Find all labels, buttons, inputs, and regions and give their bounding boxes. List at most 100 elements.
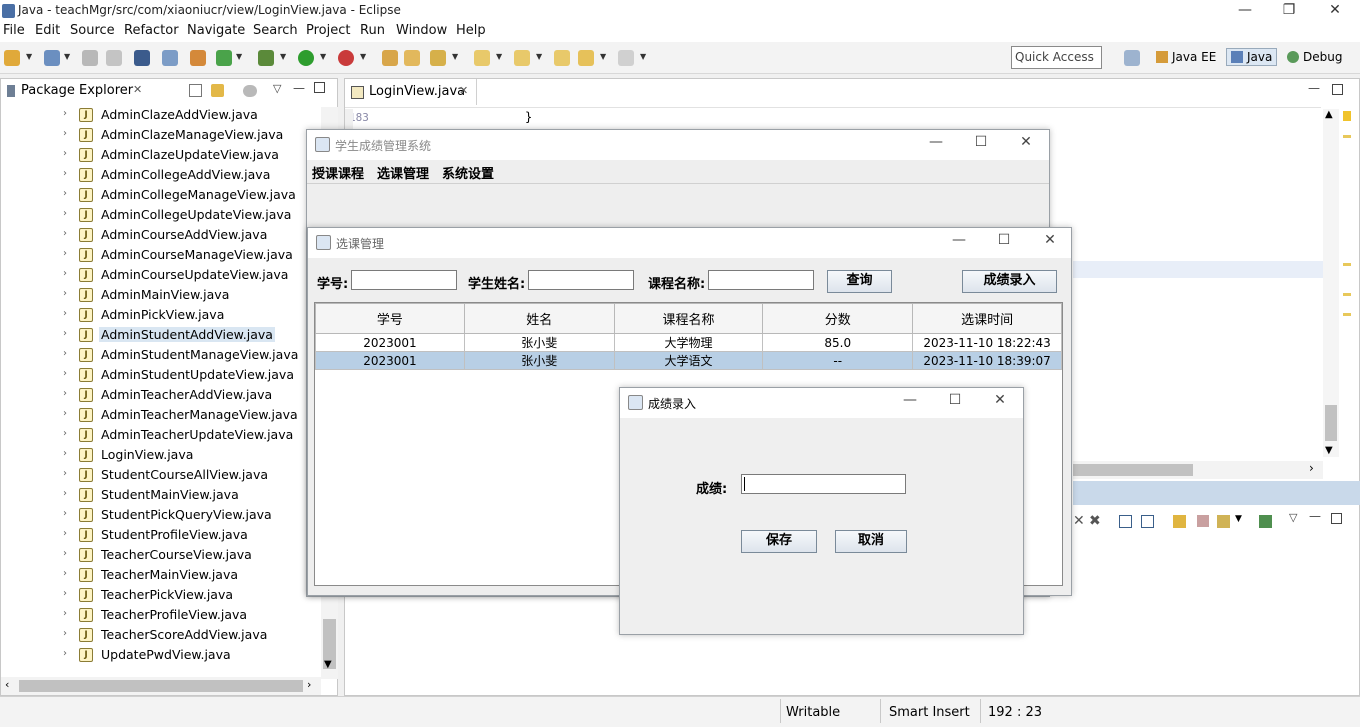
chevron-right-icon[interactable]: ›	[63, 248, 73, 259]
chevron-down-icon[interactable]: ▼	[1325, 445, 1333, 456]
maximize-button[interactable]: ❐	[1266, 0, 1312, 22]
chevron-right-icon[interactable]: ›	[63, 168, 73, 179]
table-cell[interactable]: 2023-11-10 18:39:07	[912, 351, 1062, 370]
chevron-right-icon[interactable]: ›	[63, 508, 73, 519]
column-header-name[interactable]: 姓名	[463, 303, 615, 334]
new-icon[interactable]	[4, 50, 20, 66]
student-name-input[interactable]	[528, 270, 634, 290]
annotation-marker[interactable]	[1343, 263, 1351, 266]
annotation-marker[interactable]	[1343, 313, 1351, 316]
open-type-icon[interactable]	[382, 50, 398, 66]
chevron-right-icon[interactable]: ›	[63, 408, 73, 419]
view-menu-icon[interactable]: ▽	[1289, 511, 1297, 524]
close-button[interactable]: ✕	[1035, 232, 1065, 248]
next-annotation-icon[interactable]	[474, 50, 490, 66]
terminate-icon[interactable]	[1197, 515, 1209, 527]
close-icon[interactable]: ✕	[459, 84, 468, 97]
minimize-view-icon[interactable]: —	[293, 81, 305, 95]
chevron-right-icon[interactable]: ›	[63, 108, 73, 119]
warning-marker[interactable]	[1343, 111, 1351, 121]
chevron-right-icon[interactable]: ›	[63, 268, 73, 279]
filter-icon[interactable]	[1217, 515, 1230, 528]
tree-horizontal-scrollbar[interactable]: ‹ ›	[1, 677, 321, 695]
terminal-icon[interactable]	[134, 50, 150, 66]
chevron-right-icon[interactable]: ›	[63, 208, 73, 219]
chevron-down-icon[interactable]: ▼	[64, 52, 70, 61]
table-cell[interactable]: 大学语文	[613, 351, 764, 370]
table-cell[interactable]: 2023001	[315, 351, 465, 370]
chevron-right-icon[interactable]: ›	[63, 148, 73, 159]
chevron-right-icon[interactable]: ›	[63, 628, 73, 639]
chevron-down-icon[interactable]: ▼	[536, 52, 542, 61]
refresh-icon[interactable]	[216, 50, 232, 66]
chevron-down-icon[interactable]: ▼	[360, 52, 366, 61]
debug-icon[interactable]	[258, 50, 274, 66]
minimize-button[interactable]: —	[895, 392, 925, 408]
package-explorer-tab[interactable]: Package Explorer ✕	[1, 79, 151, 103]
course-name-input[interactable]	[708, 270, 814, 290]
chevron-right-icon[interactable]: ›	[63, 288, 73, 299]
column-header-student-no[interactable]: 学号	[315, 303, 465, 334]
link-with-editor-icon[interactable]	[211, 84, 224, 97]
chevron-right-icon[interactable]: ›	[63, 588, 73, 599]
chevron-right-icon[interactable]: ›	[63, 548, 73, 559]
table-cell[interactable]: 张小斐	[463, 351, 615, 370]
collapse-all-icon[interactable]	[1141, 515, 1154, 528]
menu-help[interactable]: Help	[456, 23, 486, 38]
column-header-score[interactable]: 分数	[762, 303, 914, 334]
maximize-button[interactable]: ☐	[940, 392, 970, 408]
table-cell[interactable]: 85.0	[762, 333, 914, 352]
close-button[interactable]: ✕	[1011, 134, 1041, 150]
chevron-down-icon[interactable]: ▼	[26, 52, 32, 61]
open-folder-icon[interactable]	[404, 50, 420, 66]
chevron-right-icon[interactable]: ›	[63, 488, 73, 499]
maximize-button[interactable]: ☐	[989, 232, 1019, 248]
minimize-view-icon[interactable]: —	[1309, 509, 1321, 523]
editor-tab-loginview[interactable]: LoginView.java ✕	[345, 79, 477, 105]
close-button[interactable]: ✕	[1312, 0, 1358, 22]
previous-annotation-icon[interactable]	[514, 50, 530, 66]
open-perspective-icon[interactable]	[1124, 50, 1140, 66]
chevron-left-icon[interactable]: ‹	[5, 678, 9, 691]
new-project-icon[interactable]	[44, 50, 60, 66]
chevron-right-icon[interactable]: ›	[63, 128, 73, 139]
menu-teaching-courses[interactable]: 授课课程	[312, 163, 364, 182]
perspective-java-ee[interactable]: Java EE	[1156, 50, 1216, 64]
skip-breakpoints-icon[interactable]	[162, 50, 178, 66]
build-icon[interactable]	[190, 50, 206, 66]
external-tools-icon[interactable]	[338, 50, 354, 66]
editor-horizontal-scrollbar[interactable]: ›	[1073, 461, 1323, 479]
chevron-right-icon[interactable]: ›	[63, 448, 73, 459]
new-console-icon[interactable]	[1259, 515, 1272, 528]
remove-all-icon[interactable]: ✖	[1089, 513, 1101, 529]
menu-run[interactable]: Run	[360, 23, 385, 38]
menu-project[interactable]: Project	[306, 23, 350, 38]
last-edit-icon[interactable]	[554, 50, 570, 66]
chevron-down-icon[interactable]: ▼	[320, 52, 326, 61]
table-cell[interactable]: --	[762, 351, 914, 370]
chevron-right-icon[interactable]: ›	[63, 608, 73, 619]
chevron-down-icon[interactable]: ▼	[496, 52, 502, 61]
table-cell[interactable]: 2023-11-10 18:22:43	[912, 333, 1062, 352]
chevron-down-icon[interactable]: ▼	[236, 52, 242, 61]
editor-vertical-scroll-thumb[interactable]	[1325, 405, 1337, 441]
search-icon[interactable]	[430, 50, 446, 66]
tree-horizontal-scroll-thumb[interactable]	[19, 680, 303, 692]
menu-pick-manage[interactable]: 选课管理	[377, 163, 429, 182]
score-entry-button[interactable]: 成绩录入	[962, 270, 1057, 293]
minimize-button[interactable]: —	[944, 232, 974, 248]
back-icon[interactable]	[578, 50, 594, 66]
chevron-down-icon[interactable]: ▼	[324, 659, 332, 670]
menu-search[interactable]: Search	[253, 23, 298, 38]
menu-window[interactable]: Window	[396, 23, 447, 38]
chevron-right-icon[interactable]: ›	[63, 348, 73, 359]
minimize-button[interactable]: —	[921, 134, 951, 150]
table-cell[interactable]: 2023001	[315, 333, 465, 352]
maximize-editor-icon[interactable]	[1332, 84, 1343, 95]
chevron-down-icon[interactable]: ▼	[280, 52, 286, 61]
column-header-pick-time[interactable]: 选课时间	[912, 303, 1062, 334]
table-cell[interactable]: 大学物理	[613, 333, 764, 352]
chevron-right-icon[interactable]: ›	[63, 528, 73, 539]
save-all-icon[interactable]	[106, 50, 122, 66]
menu-system-settings[interactable]: 系统设置	[442, 163, 494, 182]
